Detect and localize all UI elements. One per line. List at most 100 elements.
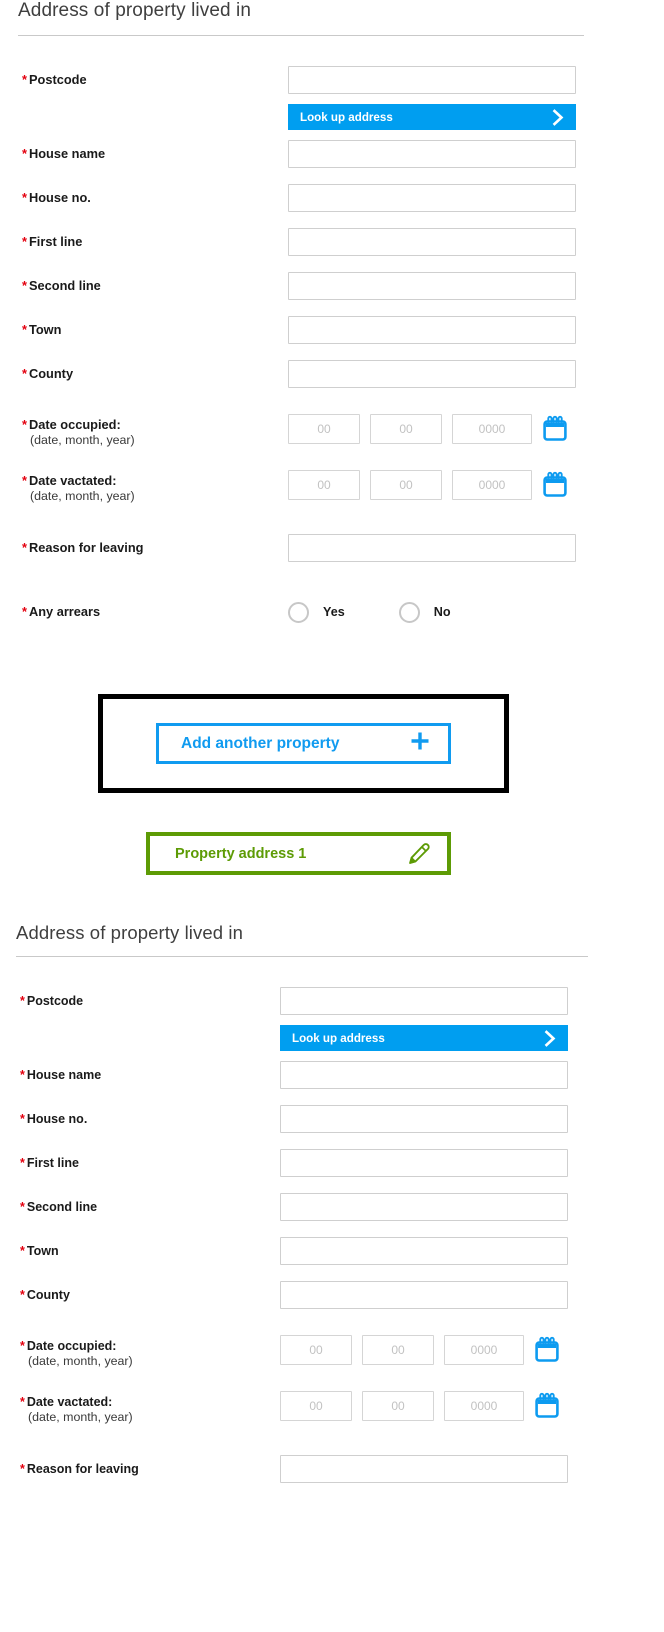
date-occupied-day-input-2[interactable]	[280, 1335, 352, 1365]
label-any-arrears: * Any arrears	[0, 604, 288, 620]
label-text: Second line	[26, 1200, 98, 1214]
required-asterisk: *	[20, 1339, 25, 1353]
county-input-2[interactable]	[280, 1281, 568, 1309]
label-county-2: * County	[0, 1287, 280, 1303]
field-cell-lookup-1: Look up address	[288, 104, 664, 130]
required-asterisk: *	[22, 277, 27, 293]
field-row-house-no-2: * House no.	[0, 1097, 664, 1141]
field-cell-house-name	[288, 140, 664, 168]
date-occupied-year-input-2[interactable]	[444, 1335, 524, 1365]
field-cell-date-vacated	[288, 470, 664, 500]
town-input[interactable]	[288, 316, 576, 344]
required-asterisk: *	[20, 1156, 25, 1170]
postcode-input[interactable]	[288, 66, 576, 94]
date-vacated-year-input[interactable]	[452, 470, 532, 500]
date-occupied-month-input-2[interactable]	[362, 1335, 434, 1365]
look-up-address-label-2: Look up address	[292, 1031, 385, 1045]
label-date-occupied-2: * Date occupied: (date, month, year)	[0, 1335, 280, 1370]
radio-no-dot[interactable]	[398, 601, 420, 623]
field-cell-reason-for-leaving	[288, 534, 664, 562]
label-house-no-2: * House no.	[0, 1111, 280, 1127]
field-cell-postcode-2	[280, 987, 664, 1015]
label-text: House no.	[28, 189, 91, 205]
first-line-input-2[interactable]	[280, 1149, 568, 1177]
reason-for-leaving-input-2[interactable]	[280, 1455, 568, 1483]
required-asterisk: *	[20, 994, 25, 1008]
label-second-line: * Second line	[0, 278, 288, 294]
label-text: County	[28, 365, 74, 381]
required-asterisk: *	[20, 1112, 25, 1126]
date-vacated-day-input-2[interactable]	[280, 1391, 352, 1421]
date-vacated-month-input[interactable]	[370, 470, 442, 500]
label-text: Reason for leaving	[28, 539, 144, 555]
field-cell-any-arrears: Yes No	[288, 601, 664, 623]
town-input-2[interactable]	[280, 1237, 568, 1265]
calendar-icon[interactable]	[534, 1336, 560, 1364]
add-another-property-label: Add another property	[181, 734, 340, 752]
label-date-vacated: * Date vactated: (date, month, year)	[0, 470, 288, 505]
field-row-date-vacated: * Date vactated: (date, month, year)	[0, 464, 664, 520]
field-cell-postcode	[288, 66, 664, 94]
label-house-name: * House name	[0, 146, 288, 162]
field-cell-first-line	[288, 228, 664, 256]
date-vacated-year-input-2[interactable]	[444, 1391, 524, 1421]
first-line-input[interactable]	[288, 228, 576, 256]
date-vacated-group	[288, 470, 664, 500]
required-asterisk: *	[22, 417, 27, 432]
label-text: Date occupied:	[26, 1339, 117, 1353]
required-asterisk: *	[20, 1462, 25, 1476]
field-row-county-2: * County	[0, 1273, 664, 1317]
calendar-icon[interactable]	[542, 415, 568, 443]
required-asterisk: *	[22, 189, 27, 205]
look-up-address-button[interactable]: Look up address	[288, 104, 576, 130]
calendar-icon[interactable]	[542, 471, 568, 499]
field-row-postcode-2: * Postcode	[0, 979, 664, 1023]
look-up-address-label: Look up address	[300, 110, 393, 124]
label-text: Second line	[28, 277, 101, 293]
radio-option-yes[interactable]: Yes	[288, 601, 345, 623]
label-sublabel: (date, month, year)	[28, 1354, 133, 1368]
second-line-input-2[interactable]	[280, 1193, 568, 1221]
date-vacated-group-2	[280, 1391, 664, 1421]
field-cell-house-no-2	[280, 1105, 664, 1133]
lookup-row-1: Look up address	[0, 102, 664, 132]
house-name-input[interactable]	[288, 140, 576, 168]
field-row-reason-for-leaving-2: * Reason for leaving	[0, 1447, 664, 1491]
radio-option-no[interactable]: No	[398, 601, 451, 623]
label-text: Town	[28, 321, 62, 337]
plus-icon	[409, 730, 431, 757]
pencil-edit-icon[interactable]	[407, 842, 431, 866]
add-another-property-button[interactable]: Add another property	[156, 723, 451, 764]
date-occupied-year-input[interactable]	[452, 414, 532, 444]
field-cell-first-line-2	[280, 1149, 664, 1177]
reason-for-leaving-input[interactable]	[288, 534, 576, 562]
label-postcode-2: * Postcode	[0, 993, 280, 1009]
date-vacated-month-input-2[interactable]	[362, 1391, 434, 1421]
house-name-input-2[interactable]	[280, 1061, 568, 1089]
second-line-input[interactable]	[288, 272, 576, 300]
date-occupied-month-input[interactable]	[370, 414, 442, 444]
label-text: Date vactated:	[28, 473, 117, 488]
field-row-house-name-2: * House name	[0, 1053, 664, 1097]
date-occupied-day-input[interactable]	[288, 414, 360, 444]
required-asterisk: *	[22, 233, 27, 249]
field-cell-lookup-2: Look up address	[280, 1025, 664, 1051]
required-asterisk: *	[22, 473, 27, 488]
field-cell-date-vacated-2	[280, 1391, 664, 1421]
field-row-first-line-2: * First line	[0, 1141, 664, 1185]
required-asterisk: *	[20, 1395, 25, 1409]
label-date-vacated-2: * Date vactated: (date, month, year)	[0, 1391, 280, 1426]
label-text: Any arrears	[28, 603, 101, 619]
property-address-1-chip[interactable]: Property address 1	[146, 832, 451, 875]
label-text: Date vactated:	[26, 1395, 113, 1409]
calendar-icon[interactable]	[534, 1392, 560, 1420]
look-up-address-button-2[interactable]: Look up address	[280, 1025, 568, 1051]
radio-yes-dot[interactable]	[288, 601, 309, 623]
date-occupied-group	[288, 414, 664, 444]
house-no-input-2[interactable]	[280, 1105, 568, 1133]
date-vacated-day-input[interactable]	[288, 470, 360, 500]
postcode-input-2[interactable]	[280, 987, 568, 1015]
house-no-input[interactable]	[288, 184, 576, 212]
county-input[interactable]	[288, 360, 576, 388]
field-cell-date-occupied	[288, 414, 664, 444]
